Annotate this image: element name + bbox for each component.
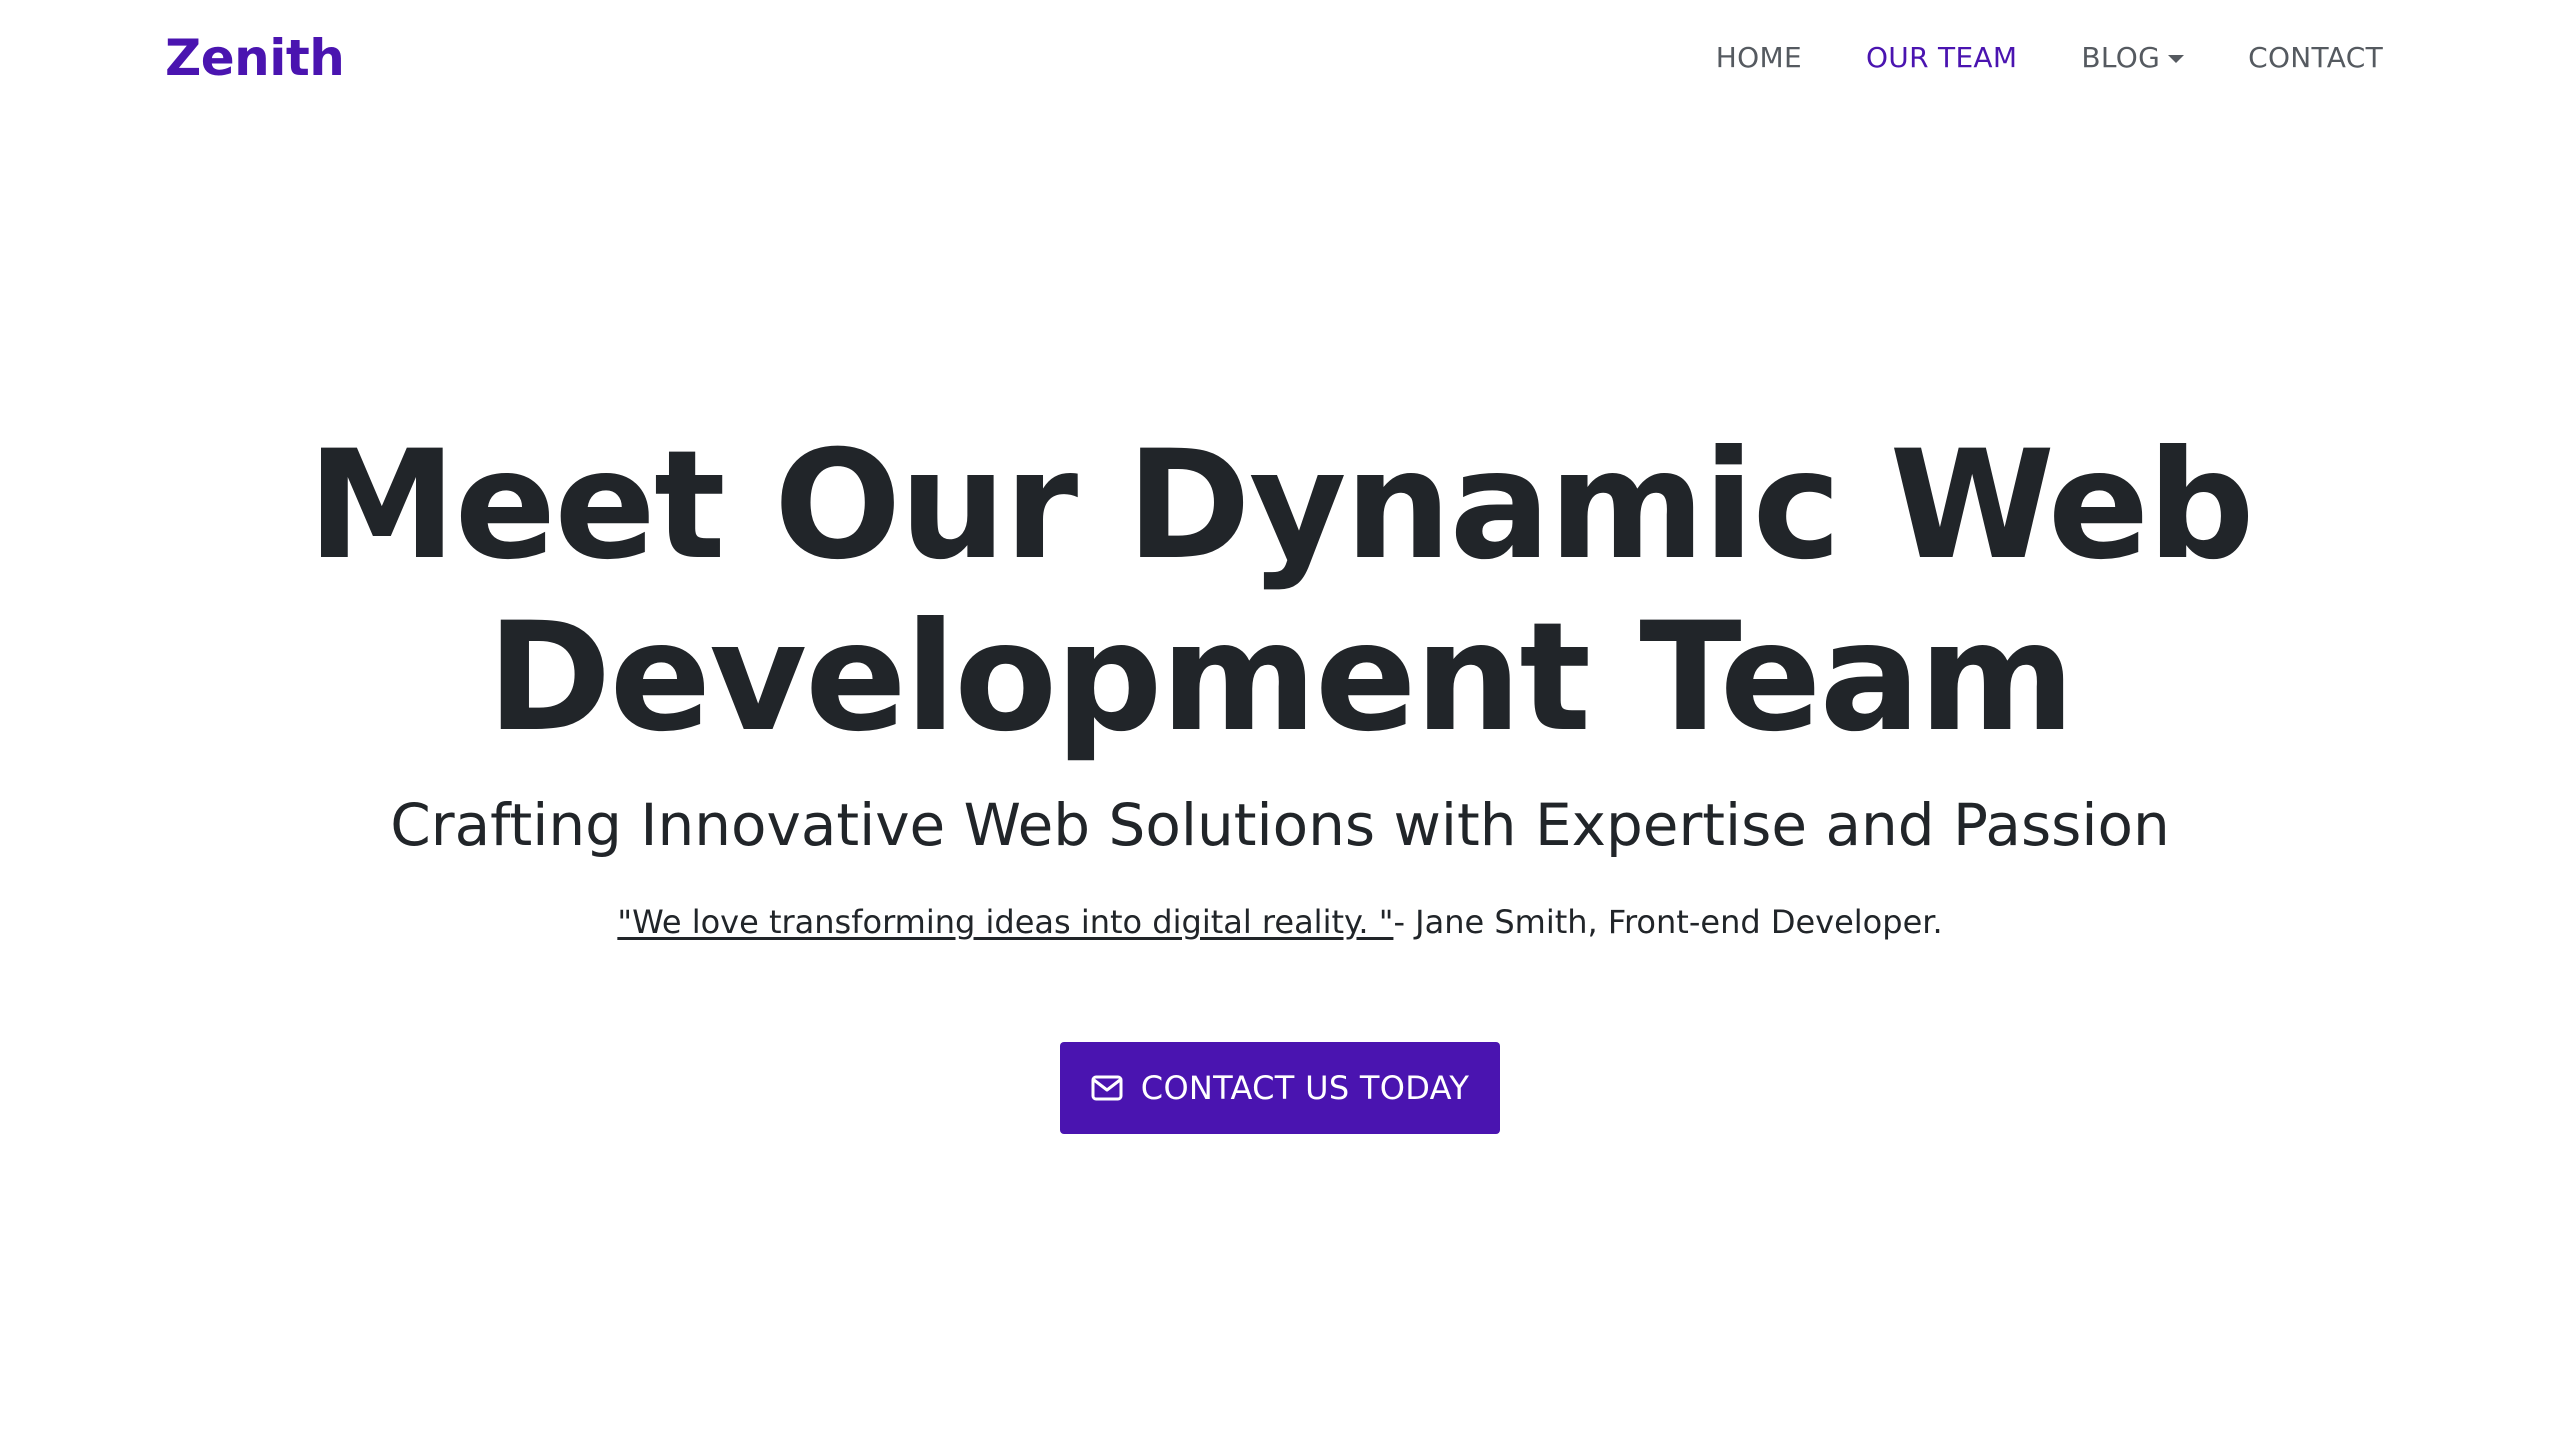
contact-us-label: CONTACT US TODAY [1140,1069,1470,1107]
quote-attribution: - Jane Smith, Front-end Developer. [1393,903,1943,941]
brand-logo[interactable]: Zenith [165,28,345,88]
nav-item-contact[interactable]: CONTACT [2248,38,2383,78]
nav-item-blog-label: BLOG [2081,41,2161,74]
envelope-icon [1091,1075,1123,1101]
hero-section: Meet Our Dynamic Web Development Team Cr… [0,420,2560,1134]
nav-item-our-team[interactable]: OUR TEAM [1866,38,2017,78]
nav-item-blog[interactable]: BLOG [2081,38,2185,78]
contact-us-button[interactable]: CONTACT US TODAY [1060,1042,1500,1134]
quote-link[interactable]: "We love transforming ideas into digital… [617,903,1393,941]
hero-subtitle: Crafting Innovative Web Solutions with E… [390,791,2170,859]
main-nav: HOME OUR TEAM BLOG CONTACT [1716,38,2383,78]
caret-down-icon [2168,55,2185,63]
testimonial-quote: "We love transforming ideas into digital… [0,900,2560,944]
navbar: Zenith HOME OUR TEAM BLOG CONTACT [0,0,2560,116]
nav-item-home[interactable]: HOME [1716,38,1802,78]
hero-title: Meet Our Dynamic Web Development Team [307,419,2255,765]
